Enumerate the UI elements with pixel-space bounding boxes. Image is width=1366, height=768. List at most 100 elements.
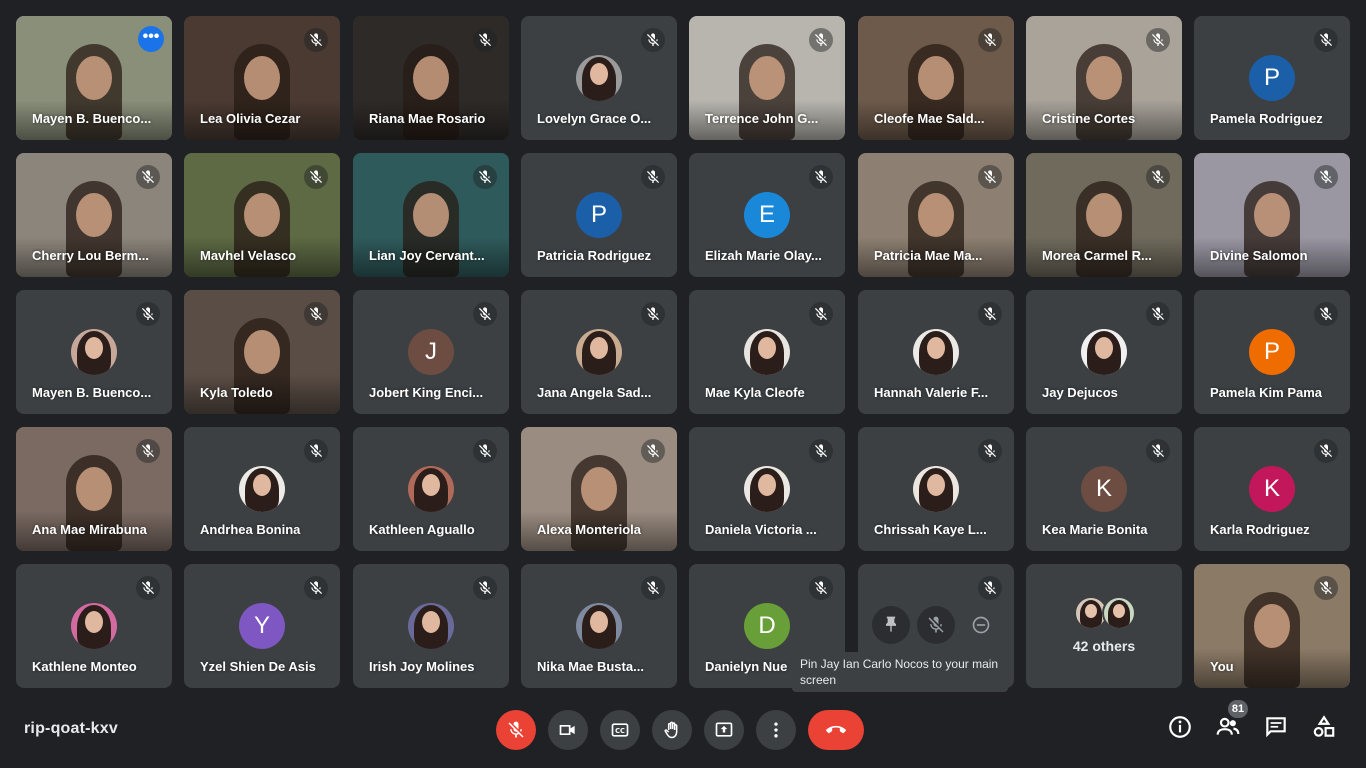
mic-off-icon xyxy=(473,439,497,463)
mute-participant-button[interactable] xyxy=(917,606,955,644)
mic-off-icon xyxy=(1314,28,1338,52)
mic-off-icon xyxy=(809,576,833,600)
participant-name: Terrence John G... xyxy=(705,111,819,126)
participant-name: Cleofe Mae Sald... xyxy=(874,111,985,126)
participant-name: Chrissah Kaye L... xyxy=(874,522,987,537)
participant-tile[interactable]: Mavhel Velasco xyxy=(184,153,340,277)
participant-tile[interactable]: K Karla Rodriguez xyxy=(1194,427,1350,551)
people-count-badge: 81 xyxy=(1228,700,1248,718)
avatar-photo xyxy=(576,603,622,649)
avatar-initial: P xyxy=(576,192,622,238)
avatar-initial: Y xyxy=(239,603,285,649)
participant-tile[interactable]: Lian Joy Cervant... xyxy=(353,153,509,277)
mic-off-icon xyxy=(978,28,1002,52)
captions-button[interactable]: CC xyxy=(600,710,640,750)
avatar-face xyxy=(590,337,608,359)
participant-tile[interactable]: Lovelyn Grace O... xyxy=(521,16,677,140)
participant-face xyxy=(413,56,449,100)
mic-off-icon xyxy=(473,302,497,326)
mic-off-icon xyxy=(978,439,1002,463)
participant-tile[interactable]: Kyla Toledo xyxy=(184,290,340,414)
microphone-toggle-button[interactable] xyxy=(496,710,536,750)
mic-off-icon xyxy=(1146,28,1170,52)
participant-tile[interactable]: Y Yzel Shien De Asis xyxy=(184,564,340,688)
participant-tile[interactable]: Alexa Monteriola xyxy=(521,427,677,551)
avatar-photo xyxy=(408,603,454,649)
participant-tile[interactable]: Cleofe Mae Sald... xyxy=(858,16,1014,140)
participant-tile[interactable]: Mayen B. Buenco... ••• xyxy=(16,16,172,140)
participant-tile[interactable]: K Kea Marie Bonita xyxy=(1026,427,1182,551)
participant-tile[interactable]: Chrissah Kaye L... xyxy=(858,427,1014,551)
present-screen-button[interactable] xyxy=(704,710,744,750)
participant-tile[interactable]: Mae Kyla Cleofe xyxy=(689,290,845,414)
mic-off-icon xyxy=(136,439,160,463)
more-options-button[interactable] xyxy=(756,710,796,750)
participant-tile[interactable]: You xyxy=(1194,564,1350,688)
raise-hand-button[interactable] xyxy=(652,710,692,750)
others-tile[interactable]: 42 others xyxy=(1026,564,1182,688)
participant-tile[interactable]: Hannah Valerie F... xyxy=(858,290,1014,414)
pin-button[interactable] xyxy=(872,606,910,644)
participant-tile[interactable]: Kathlene Monteo xyxy=(16,564,172,688)
participant-tile[interactable]: Morea Carmel R... xyxy=(1026,153,1182,277)
participant-tile[interactable]: Jay Dejucos xyxy=(1026,290,1182,414)
participant-tile[interactable]: Terrence John G... xyxy=(689,16,845,140)
participant-tile[interactable]: Daniela Victoria ... xyxy=(689,427,845,551)
mic-off-icon xyxy=(304,165,328,189)
participant-face xyxy=(1086,56,1122,100)
avatar-face xyxy=(927,474,945,496)
participant-tile[interactable]: Jana Angela Sad... xyxy=(521,290,677,414)
avatar-photo xyxy=(71,603,117,649)
participant-name: Lovelyn Grace O... xyxy=(537,111,652,126)
participant-name: Cristine Cortes xyxy=(1042,111,1136,126)
participant-tile[interactable]: J Jobert King Enci... xyxy=(353,290,509,414)
participant-tile[interactable]: Patricia Mae Ma... xyxy=(858,153,1014,277)
participant-tile[interactable]: P Pamela Kim Pama xyxy=(1194,290,1350,414)
participant-face xyxy=(581,467,617,511)
participant-tile[interactable]: Mayen B. Buenco... xyxy=(16,290,172,414)
remove-participant-button[interactable] xyxy=(962,606,1000,644)
participant-tile[interactable]: Ana Mae Mirabuna xyxy=(16,427,172,551)
participant-face xyxy=(76,56,112,100)
participant-face xyxy=(244,330,280,374)
participant-tile[interactable]: Andrhea Bonina xyxy=(184,427,340,551)
mic-off-icon xyxy=(809,302,833,326)
participant-tile[interactable]: Divine Salomon xyxy=(1194,153,1350,277)
avatar-face xyxy=(1113,604,1125,618)
mic-off-icon xyxy=(641,439,665,463)
mic-off-icon xyxy=(641,302,665,326)
chat-icon[interactable] xyxy=(1263,714,1289,740)
participant-tile[interactable]: Kathleen Aguallo xyxy=(353,427,509,551)
info-icon[interactable] xyxy=(1167,714,1193,740)
participant-name: Lea Olivia Cezar xyxy=(200,111,301,126)
camera-toggle-button[interactable] xyxy=(548,710,588,750)
mic-off-icon xyxy=(1314,302,1338,326)
participant-name: Lian Joy Cervant... xyxy=(369,248,485,263)
participant-tile[interactable]: P Patricia Rodriguez xyxy=(521,153,677,277)
end-call-button[interactable] xyxy=(808,710,864,750)
participant-tile[interactable]: E Elizah Marie Olay... xyxy=(689,153,845,277)
mic-off-icon xyxy=(473,28,497,52)
avatar-photo xyxy=(744,329,790,375)
participant-tile[interactable]: P Pamela Rodriguez xyxy=(1194,16,1350,140)
mic-off-icon xyxy=(809,165,833,189)
avatar-face xyxy=(85,337,103,359)
participant-name: Patricia Rodriguez xyxy=(537,248,652,263)
raise-hand-icon xyxy=(664,721,678,739)
participant-tile[interactable]: Cherry Lou Berm... xyxy=(16,153,172,277)
participant-name: Jana Angela Sad... xyxy=(537,385,652,400)
participant-tile[interactable]: Irish Joy Molines xyxy=(353,564,509,688)
participant-tile[interactable]: Cristine Cortes xyxy=(1026,16,1182,140)
tile-options-button[interactable]: ••• xyxy=(138,26,164,52)
avatar-face xyxy=(590,611,608,633)
activities-icon[interactable] xyxy=(1311,714,1337,740)
participant-name: Ana Mae Mirabuna xyxy=(32,522,147,537)
mic-off-icon xyxy=(809,28,833,52)
participant-tile[interactable]: Riana Mae Rosario xyxy=(353,16,509,140)
participant-tile[interactable]: Lea Olivia Cezar xyxy=(184,16,340,140)
bottom-control-bar: rip-qoat-kxv CC 81 xyxy=(0,692,1366,768)
participant-name: Kea Marie Bonita xyxy=(1042,522,1148,537)
pin-tooltip: Pin Jay Ian Carlo Nocos to your main scr… xyxy=(792,652,1008,692)
participant-tile[interactable]: Nika Mae Busta... xyxy=(521,564,677,688)
mic-off-icon xyxy=(978,302,1002,326)
